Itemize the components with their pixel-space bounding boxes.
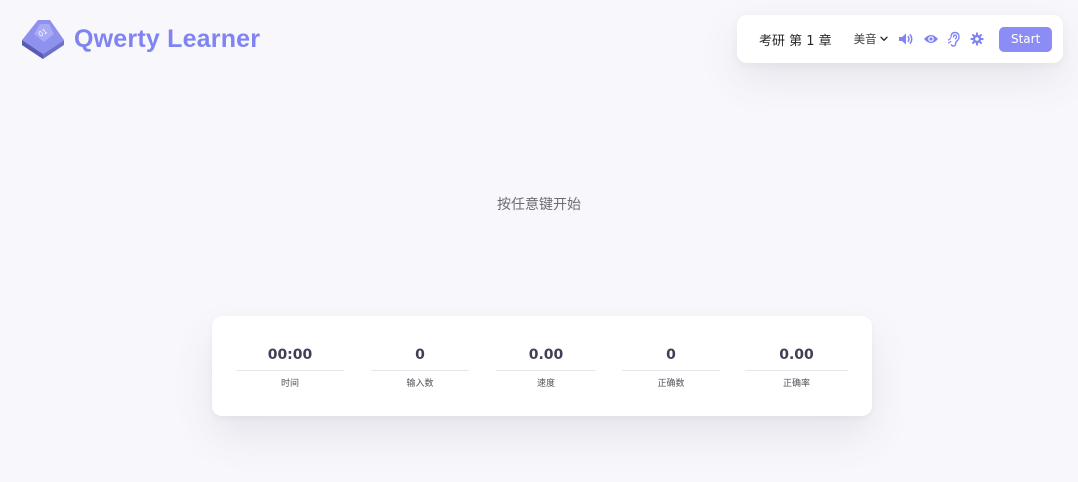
ear-icon[interactable] — [947, 31, 962, 47]
stat-label: 速度 — [536, 379, 555, 389]
stat-label: 时间 — [280, 379, 299, 389]
stat-accuracy: 0.00 正确率 — [745, 316, 848, 416]
stat-value: 0 — [666, 347, 676, 363]
press-any-key-hint: 按任意键开始 — [497, 197, 581, 213]
app-page: 01 Qwerty Learner 考研 第 1 章 美音 Start 按任意键… — [0, 0, 1078, 482]
toolbar: 考研 第 1 章 美音 Start — [737, 15, 1063, 63]
volume-icon[interactable] — [898, 31, 914, 47]
stat-speed: 0.00 速度 — [496, 316, 596, 416]
stat-value: 00:00 — [267, 347, 313, 363]
stat-value: 0.00 — [779, 347, 814, 363]
stat-correct-count: 0 正确数 — [622, 316, 720, 416]
stats-panel: 00:00 时间 0 输入数 0.00 速度 0 正确数 0.00 正确率 — [212, 316, 872, 416]
start-button[interactable]: Start — [999, 26, 1052, 52]
chevron-down-icon — [879, 36, 888, 41]
stat-time: 00:00 时间 — [236, 316, 344, 416]
stat-divider — [622, 370, 720, 371]
pronunciation-select[interactable]: 美音 — [854, 31, 888, 47]
stat-label: 正确数 — [657, 379, 685, 389]
stat-divider — [745, 370, 848, 371]
stat-input-count: 0 输入数 — [371, 316, 469, 416]
gear-icon[interactable] — [969, 31, 984, 47]
stat-label: 输入数 — [406, 379, 434, 389]
pronunciation-label: 美音 — [853, 32, 877, 46]
stat-divider — [371, 370, 469, 371]
app-title: Qwerty Learner — [74, 24, 261, 53]
logo[interactable]: 01 Qwerty Learner — [20, 18, 260, 60]
keyboard-key-icon: 01 — [20, 18, 66, 60]
stat-divider — [236, 370, 344, 371]
stat-value: 0.00 — [528, 347, 564, 363]
stat-divider — [496, 370, 596, 371]
eye-icon[interactable] — [923, 31, 939, 47]
stat-value: 0 — [415, 347, 425, 363]
dictionary-chapter-selector[interactable]: 考研 第 1 章 — [759, 30, 832, 49]
stat-label: 正确率 — [782, 379, 810, 389]
